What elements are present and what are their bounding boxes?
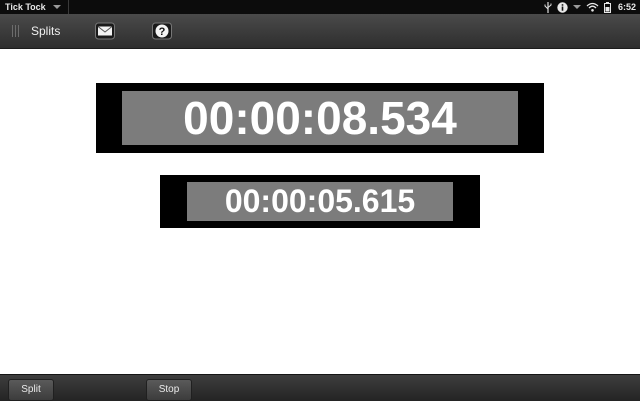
status-area[interactable]: 6:52 — [544, 0, 636, 14]
command-bar: Split Stop — [0, 374, 640, 401]
status-menu-arrow-icon — [572, 5, 581, 9]
app-menu-arrow-icon — [52, 5, 61, 9]
svg-text:?: ? — [159, 26, 166, 38]
grip-icon[interactable] — [12, 25, 19, 37]
stop-button[interactable]: Stop — [146, 379, 192, 401]
main-timer-display: 00:00:08.534 — [96, 83, 544, 153]
split-timer-value: 00:00:05.615 — [187, 182, 453, 221]
wifi-icon — [586, 2, 599, 12]
help-button[interactable]: ? — [152, 22, 172, 40]
view-title[interactable]: Splits — [31, 24, 60, 38]
divider — [67, 0, 69, 14]
email-button[interactable] — [95, 22, 115, 40]
top-toolbar: Splits ? — [0, 14, 640, 49]
battery-icon — [603, 1, 611, 13]
split-button[interactable]: Split — [8, 379, 54, 401]
app-menu[interactable]: Tick Tock — [0, 0, 69, 14]
app-name: Tick Tock — [5, 2, 46, 12]
split-timer-display: 00:00:05.615 — [160, 175, 480, 228]
main-timer-value: 00:00:08.534 — [122, 91, 518, 145]
status-bar: Tick Tock 6:52 — [0, 0, 640, 14]
help-icon: ? — [152, 22, 172, 40]
usb-icon — [544, 1, 552, 13]
info-icon — [557, 1, 568, 13]
clock: 6:52 — [617, 2, 636, 12]
email-icon — [95, 22, 115, 40]
